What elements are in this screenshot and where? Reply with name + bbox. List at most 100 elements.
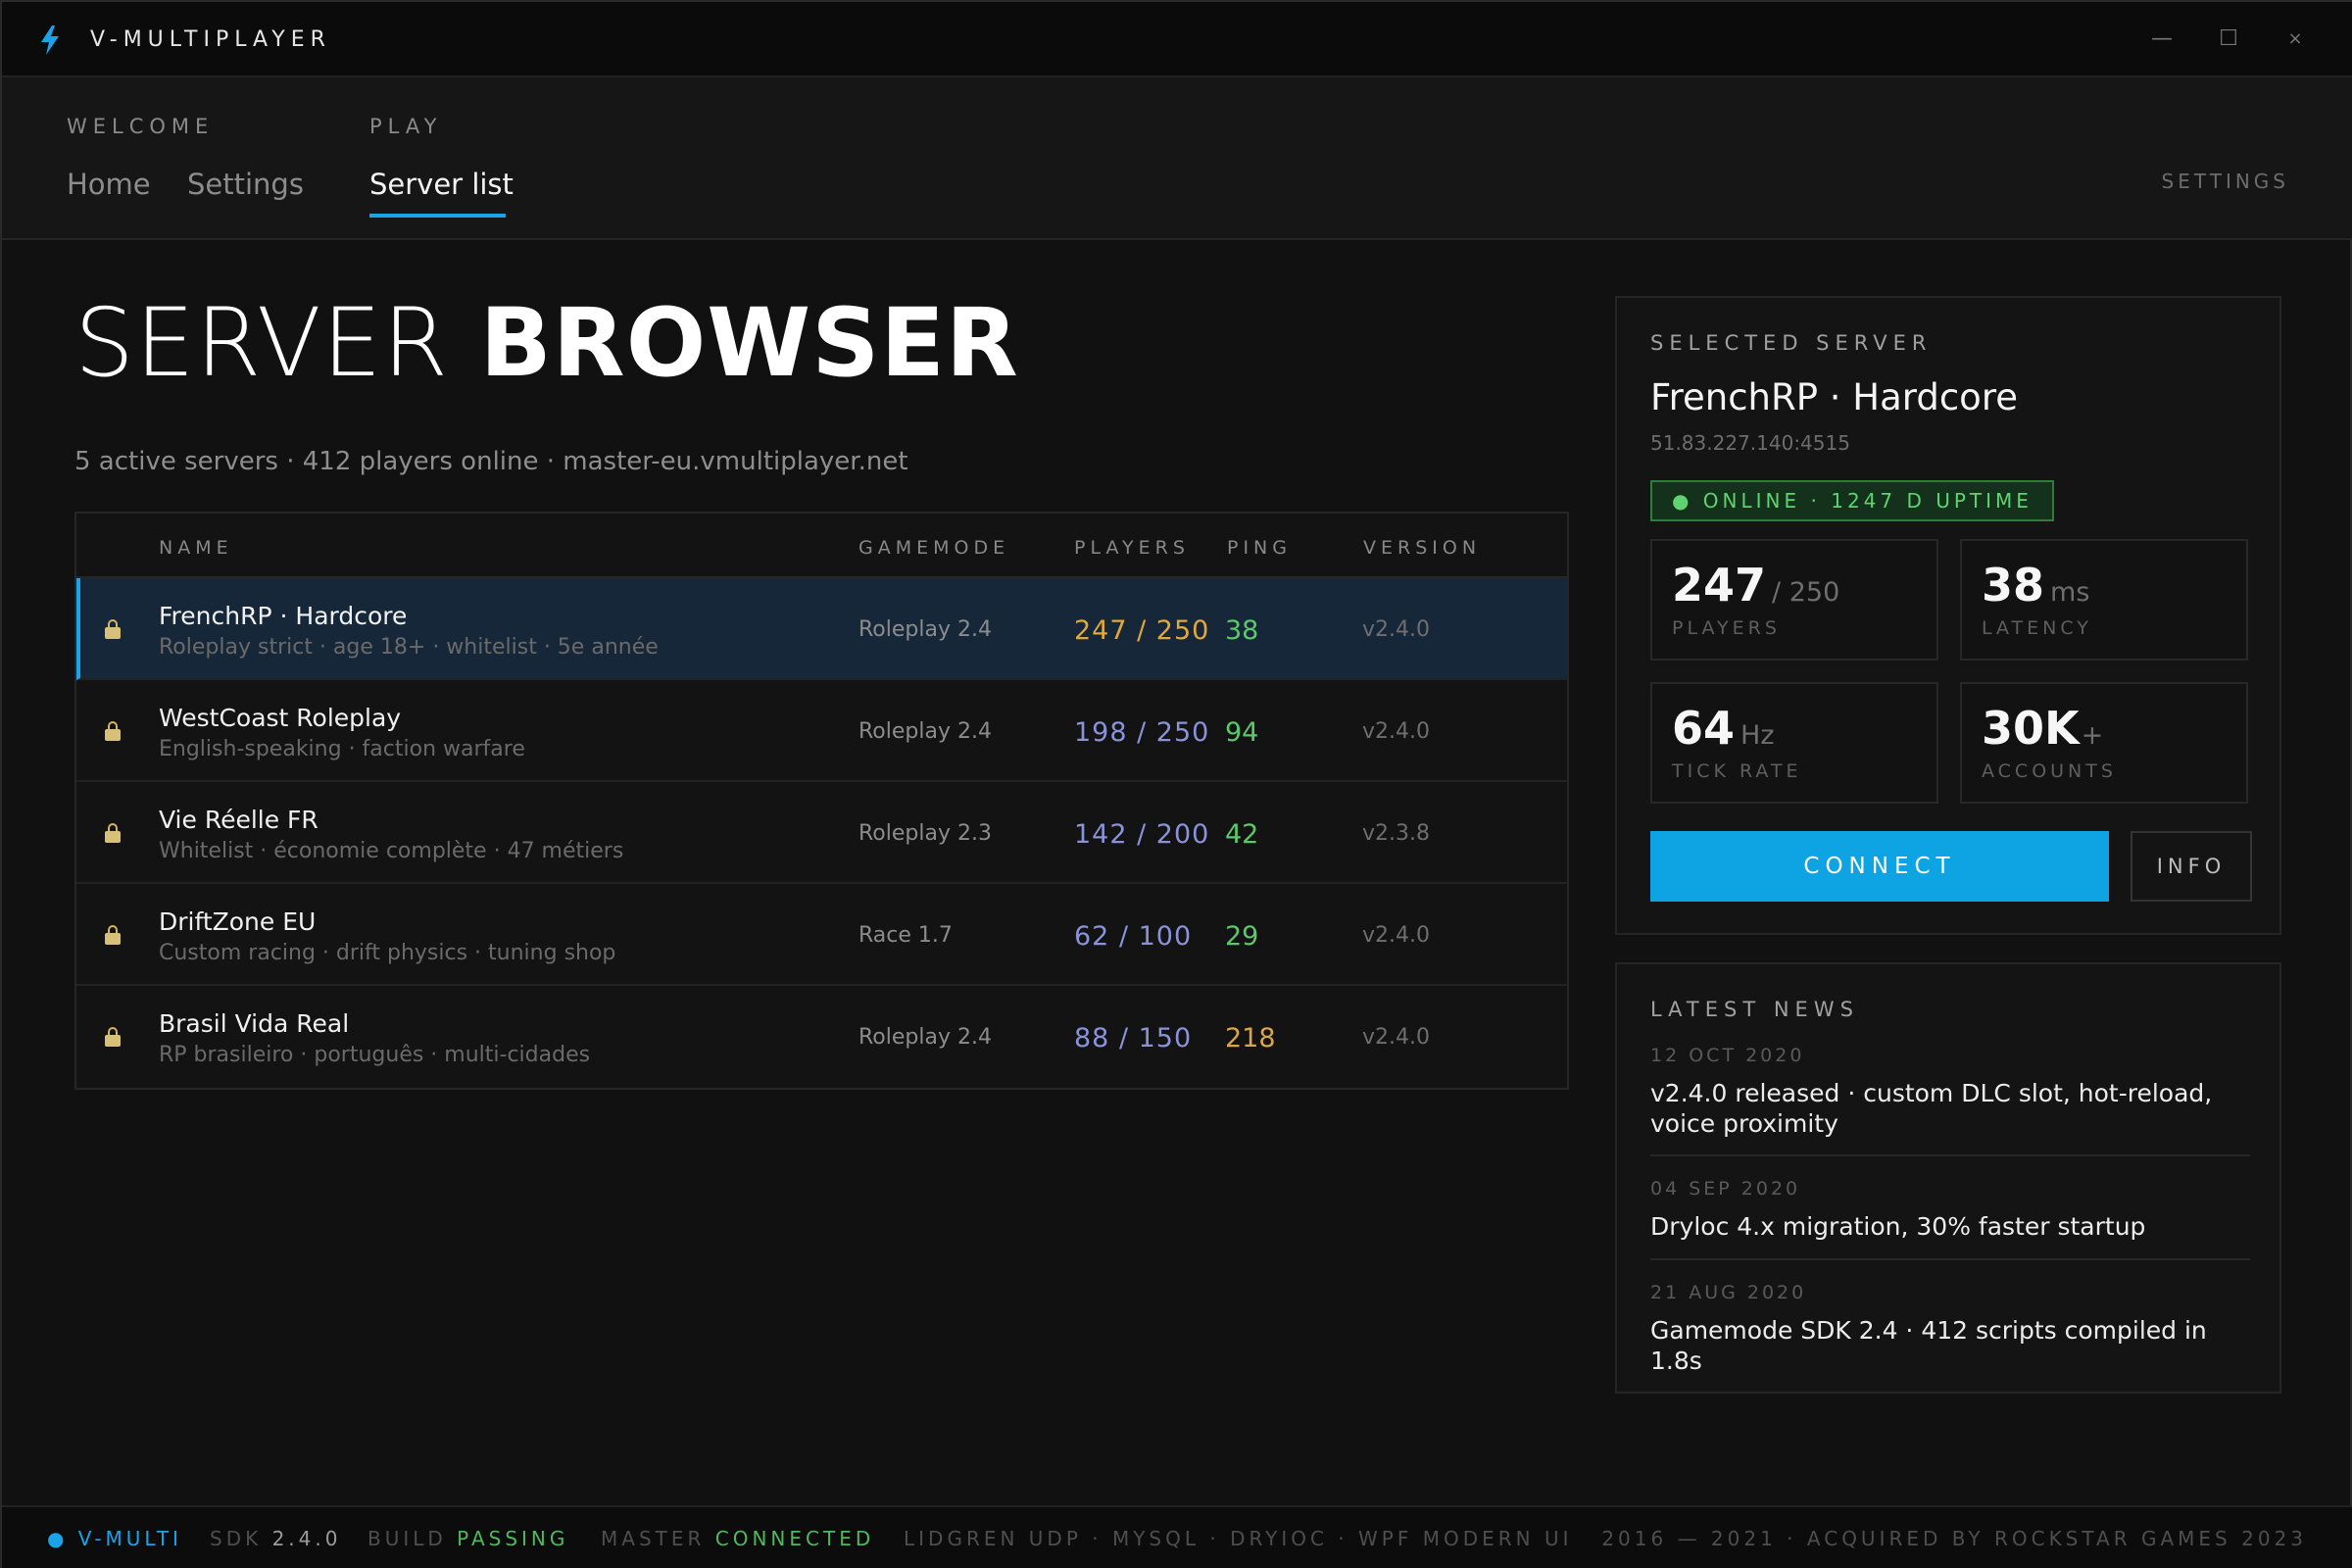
server-players: 88 / 150 xyxy=(1074,1023,1193,1054)
server-description: Custom racing · drift physics · tuning s… xyxy=(159,941,616,965)
news-text: Gamemode SDK 2.4 · 412 scripts compiled … xyxy=(1650,1316,2207,1375)
lock-icon xyxy=(105,721,121,741)
stat-players: 247/ 250 PLAYERS xyxy=(1650,539,1938,661)
server-name: WestCoast Roleplay xyxy=(159,704,402,732)
server-gamemode: Roleplay 2.4 xyxy=(858,719,992,744)
status-sdk: SDK 2.4.0 xyxy=(210,1527,342,1550)
selected-server-panel: SELECTED SERVER FrenchRP · Hardcore 51.8… xyxy=(1615,296,2281,935)
lock-icon xyxy=(105,1027,121,1047)
column-header-name[interactable]: NAME xyxy=(159,537,233,559)
news-date: 04 SEP 2020 xyxy=(1650,1178,1801,1200)
title-bar: V-MULTIPLAYER — ☐ × xyxy=(2,2,2352,77)
page-title-light: SERVER xyxy=(74,288,450,398)
news-text: v2.4.0 released · custom DLC slot, hot-r… xyxy=(1650,1079,2213,1138)
server-players: 247 / 250 xyxy=(1074,615,1210,646)
stat-latency: 38 ms LATENCY xyxy=(1960,539,2248,661)
server-gamemode: Roleplay 2.3 xyxy=(858,821,992,846)
news-item[interactable]: 12 OCT 2020 v2.4.0 released · custom DLC… xyxy=(1650,1045,2250,1139)
column-header-version[interactable]: VERSION xyxy=(1363,537,1481,559)
status-copyright: 2016 — 2021 · ACQUIRED BY ROCKSTAR GAMES… xyxy=(1601,1527,2307,1550)
main-navigation: WELCOME PLAY Home Settings Server list S… xyxy=(2,77,2352,240)
nav-item-home[interactable]: Home xyxy=(67,168,151,201)
column-header-gamemode[interactable]: GAMEMODE xyxy=(858,537,1009,559)
server-players: 142 / 200 xyxy=(1074,819,1210,850)
server-summary: 5 active servers · 412 players online · … xyxy=(74,447,908,476)
status-badge: ● ONLINE · 1247 D UPTIME xyxy=(1650,480,2054,521)
status-master: MASTER CONNECTED xyxy=(601,1527,875,1550)
server-version: v2.3.8 xyxy=(1362,821,1430,846)
maximize-button[interactable]: ☐ xyxy=(2209,20,2248,59)
server-description: Whitelist · économie complète · 47 métie… xyxy=(159,839,624,863)
server-name: Brasil Vida Real xyxy=(159,1009,350,1038)
stat-value: 247/ 250 xyxy=(1672,559,1840,612)
news-date: 21 AUG 2020 xyxy=(1650,1282,1807,1303)
server-table: NAME GAMEMODE PLAYERS PING VERSION Frenc… xyxy=(74,512,1569,1090)
close-button[interactable]: × xyxy=(2276,20,2315,59)
server-description: RP brasileiro · português · multi-cidade… xyxy=(159,1043,591,1067)
server-version: v2.4.0 xyxy=(1362,617,1430,642)
server-gamemode: Roleplay 2.4 xyxy=(858,617,992,642)
nav-item-server-list[interactable]: Server list xyxy=(369,168,514,201)
server-players: 198 / 250 xyxy=(1074,717,1210,748)
server-players: 62 / 100 xyxy=(1074,921,1193,952)
server-row-frenchrp[interactable]: FrenchRP · Hardcore Roleplay strict · ag… xyxy=(76,578,1567,680)
news-panel: LATEST NEWS 12 OCT 2020 v2.4.0 released … xyxy=(1615,962,2281,1394)
server-ping: 29 xyxy=(1225,921,1259,952)
server-version: v2.4.0 xyxy=(1362,719,1430,744)
column-header-players[interactable]: PLAYERS xyxy=(1074,537,1190,559)
lock-icon xyxy=(105,619,121,639)
stat-value: 38 ms xyxy=(1982,559,2090,612)
server-description: Roleplay strict · age 18+ · whitelist · … xyxy=(159,635,659,660)
server-row-brasil[interactable]: Brasil Vida Real RP brasileiro · portugu… xyxy=(76,986,1567,1088)
server-name: Vie Réelle FR xyxy=(159,806,318,834)
settings-link[interactable]: SETTINGS xyxy=(2162,170,2289,193)
stat-value: 64 Hz xyxy=(1672,702,1775,755)
info-button[interactable]: INFO xyxy=(2131,831,2252,902)
news-item[interactable]: 04 SEP 2020 Dryloc 4.x migration, 30% fa… xyxy=(1650,1178,2250,1242)
minimize-button[interactable]: — xyxy=(2142,20,2181,59)
news-text: Dryloc 4.x migration, 30% faster startup xyxy=(1650,1212,2146,1241)
stat-label: LATENCY xyxy=(1982,617,2092,639)
selected-server-name: FrenchRP · Hardcore xyxy=(1650,376,2018,418)
server-row-driftzone[interactable]: DriftZone EU Custom racing · drift physi… xyxy=(76,884,1567,986)
nav-group-welcome: WELCOME xyxy=(67,115,215,138)
status-build: BUILD PASSING xyxy=(368,1527,569,1550)
active-tab-indicator xyxy=(369,214,506,218)
news-date: 12 OCT 2020 xyxy=(1650,1045,1805,1066)
server-name: DriftZone EU xyxy=(159,907,317,936)
stat-tick-rate: 64 Hz TICK RATE xyxy=(1650,682,1938,804)
status-bar: ● V-MULTI SDK 2.4.0 BUILD PASSING MASTER… xyxy=(2,1505,2352,1568)
server-gamemode: Race 1.7 xyxy=(858,923,953,948)
column-header-ping[interactable]: PING xyxy=(1227,537,1292,559)
table-header: NAME GAMEMODE PLAYERS PING VERSION xyxy=(76,514,1567,578)
nav-group-play: PLAY xyxy=(369,115,443,138)
status-brand: ● V-MULTI xyxy=(47,1527,182,1550)
server-row-vie-reelle[interactable]: Vie Réelle FR Whitelist · économie compl… xyxy=(76,782,1567,884)
server-ping: 42 xyxy=(1225,819,1259,850)
app-window: V-MULTIPLAYER — ☐ × WELCOME PLAY Home Se… xyxy=(0,0,2352,1568)
server-description: English-speaking · faction warfare xyxy=(159,737,525,761)
stat-accounts: 30K+ ACCOUNTS xyxy=(1960,682,2248,804)
news-item[interactable]: 21 AUG 2020 Gamemode SDK 2.4 · 412 scrip… xyxy=(1650,1282,2250,1376)
page-title-bold: BROWSER xyxy=(479,288,1019,398)
divider xyxy=(1650,1258,2250,1260)
selected-server-address: 51.83.227.140:4515 xyxy=(1650,431,1850,455)
stat-value: 30K+ xyxy=(1982,702,2104,755)
server-gamemode: Roleplay 2.4 xyxy=(858,1025,992,1050)
stat-label: PLAYERS xyxy=(1672,617,1781,639)
stat-label: TICK RATE xyxy=(1672,760,1802,782)
lightning-icon xyxy=(41,25,59,55)
lock-icon xyxy=(105,925,121,945)
lock-icon xyxy=(105,823,121,843)
news-label: LATEST NEWS xyxy=(1650,998,1859,1021)
app-title: V-MULTIPLAYER xyxy=(90,27,331,52)
stat-label: ACCOUNTS xyxy=(1982,760,2117,782)
divider xyxy=(1650,1154,2250,1156)
panel-label: SELECTED SERVER xyxy=(1650,331,1933,355)
nav-item-settings[interactable]: Settings xyxy=(187,168,304,201)
server-version: v2.4.0 xyxy=(1362,1025,1430,1050)
connect-button[interactable]: CONNECT xyxy=(1650,831,2109,902)
server-row-westcoast[interactable]: WestCoast Roleplay English-speaking · fa… xyxy=(76,680,1567,782)
server-name: FrenchRP · Hardcore xyxy=(159,602,408,630)
server-ping: 218 xyxy=(1225,1023,1276,1054)
